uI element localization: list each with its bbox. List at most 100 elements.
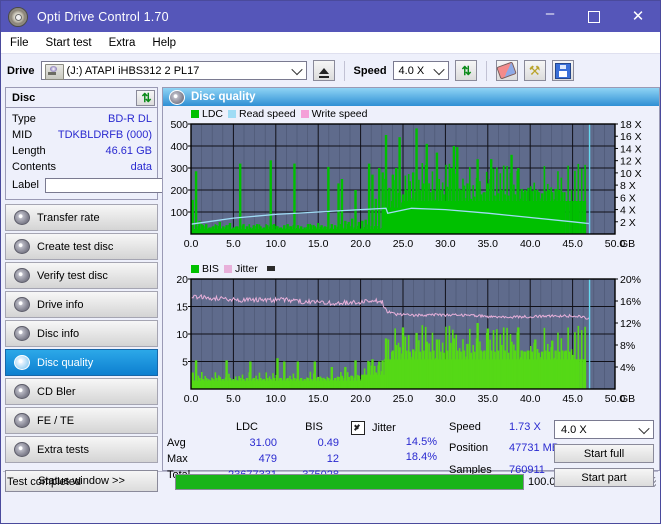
svg-text:GB: GB — [620, 393, 635, 405]
panel-header: Disc quality — [163, 88, 659, 106]
disc-icon — [14, 326, 30, 341]
window-title: Opti Drive Control 1.70 — [37, 9, 169, 24]
disc-row-label: Type — [12, 113, 36, 125]
start-full-button[interactable]: Start full — [554, 444, 654, 463]
stats-row-label-max: Max — [167, 453, 188, 465]
jitter-label: Jitter — [372, 421, 396, 434]
sidebar-item-cd-bler[interactable]: CD Bler — [5, 378, 158, 405]
disc-panel-header: Disc ⇅ — [6, 88, 157, 108]
svg-text:45.0: 45.0 — [562, 238, 583, 250]
svg-text:30.0: 30.0 — [435, 393, 456, 405]
drive-select[interactable]: (J:) ATAPI iHBS312 2 PL17 — [40, 61, 307, 80]
eraser-icon — [496, 61, 517, 80]
stats-corner — [167, 420, 211, 435]
start-full-label: Start full — [583, 447, 625, 460]
progress-bar — [175, 473, 524, 490]
disc-icon — [14, 210, 30, 225]
refresh-button[interactable]: ⇅ — [454, 60, 477, 81]
tools-button[interactable]: ⚒ — [523, 60, 546, 81]
legend-item-bis: BIS — [191, 263, 219, 275]
legend-swatch — [191, 109, 199, 118]
svg-text:200: 200 — [170, 185, 188, 197]
disc-info-rows: Type BD-R DL MID TDKBLDRFB (000) Length … — [6, 108, 248, 199]
disc-icon — [14, 442, 30, 457]
sidebar-item-label: Extra tests — [37, 443, 89, 456]
sidebar-item-disc-info[interactable]: Disc info — [5, 320, 158, 347]
svg-text:400: 400 — [170, 141, 188, 153]
eject-button[interactable] — [312, 60, 335, 81]
sidebar-item-label: FE / TE — [37, 414, 75, 427]
disc-row-label: Contents — [12, 161, 57, 173]
status-text: Test completed — [7, 475, 81, 488]
disc-row-mid: MID TDKBLDRFB (000) — [12, 127, 152, 143]
menu-item-help[interactable]: Help — [152, 37, 176, 49]
menu-item-file[interactable]: File — [10, 37, 29, 49]
sidebar-item-label: Disc info — [37, 327, 80, 340]
speed-select[interactable]: 4.0 X — [392, 61, 449, 80]
svg-text:10.0: 10.0 — [266, 238, 287, 250]
menu-item-start-test[interactable]: Start test — [46, 37, 92, 49]
disc-row-value: BD-R DL — [107, 113, 152, 125]
svg-text:14 X: 14 X — [620, 143, 642, 155]
legend-label: Read speed — [239, 107, 296, 120]
svg-text:GB: GB — [620, 238, 635, 250]
stats-header-bis: BIS — [305, 421, 323, 433]
test-speed-value: 4.0 X — [561, 423, 587, 436]
save-button[interactable] — [551, 60, 574, 81]
svg-text:4%: 4% — [620, 362, 635, 374]
erase-button[interactable] — [495, 60, 518, 81]
legend-label: BIS — [202, 262, 219, 275]
minimize-button[interactable]: – — [528, 0, 572, 35]
sidebar-item-label: CD Bler — [37, 385, 76, 398]
svg-text:300: 300 — [170, 163, 188, 175]
window-controls: – ✕ — [528, 1, 660, 32]
maximize-button[interactable] — [572, 1, 616, 32]
svg-text:12 X: 12 X — [620, 156, 642, 168]
svg-text:5.0: 5.0 — [226, 238, 241, 250]
svg-text:100: 100 — [170, 207, 188, 219]
disc-refresh-button[interactable]: ⇅ — [136, 89, 155, 106]
sidebar-item-transfer-rate[interactable]: Transfer rate — [5, 204, 158, 231]
svg-text:500: 500 — [170, 120, 188, 131]
toolbar-divider — [485, 60, 487, 81]
sidebar-item-disc-quality[interactable]: Disc quality — [5, 349, 158, 376]
start-part-button[interactable]: Start part — [554, 468, 654, 487]
jitter-checkbox[interactable] — [351, 420, 365, 435]
sidebar-item-label: Disc quality — [37, 356, 94, 369]
charts-area: LDC Read speed Write speed 100 200 300 400 5… — [163, 106, 659, 417]
disc-quality-panel: Disc quality LDC Read speed Write speed … — [162, 87, 660, 487]
sidebar-item-label: Verify test disc — [37, 269, 108, 282]
stats-header-ldc: LDC — [235, 421, 258, 433]
drive-toolbar: Drive (J:) ATAPI iHBS312 2 PL17 Speed 4.… — [1, 54, 660, 87]
menu-item-extra[interactable]: Extra — [109, 37, 136, 49]
sidebar-item-drive-info[interactable]: Drive info — [5, 291, 158, 318]
chart-bis-jitter: 5 10 15 20 4% 8% 12% 16% 20% 0.0 5.0 10.0 15.0 20.0 25… — [165, 275, 657, 417]
chart-bis-svg: 5 10 15 20 4% 8% 12% 16% 20% 0.0 5.0 10.0 15.0 20.0 25… — [176, 275, 641, 405]
sidebar-item-create-test-disc[interactable]: Create test disc — [5, 233, 158, 260]
svg-text:18 X: 18 X — [620, 120, 642, 131]
svg-text:40.0: 40.0 — [520, 393, 541, 405]
left-column: Disc ⇅ Type BD-R DL MID TDKBLDRFB (000) — [5, 87, 248, 492]
legend-swatch — [223, 264, 232, 273]
legend-item-jitter: Jitter — [223, 263, 258, 275]
svg-text:12%: 12% — [620, 318, 641, 330]
test-speed-select[interactable]: 4.0 X — [554, 420, 654, 439]
drive-icon — [44, 64, 64, 80]
disc-quality-icon — [169, 89, 185, 105]
disc-row-label: MID — [12, 129, 33, 141]
svg-text:20.0: 20.0 — [350, 393, 371, 405]
chart-ldc-svg: 1002003004005002 X4 X6 X8 X10 X12 X14 X1… — [170, 120, 642, 250]
sidebar-item-verify-test-disc[interactable]: Verify test disc — [5, 262, 158, 289]
test-actions: 4.0 X Start full Start part — [554, 420, 654, 487]
svg-text:40.0: 40.0 — [520, 238, 541, 250]
disc-row-length: Length 46.61 GB — [12, 143, 152, 159]
svg-text:20.0: 20.0 — [350, 238, 371, 250]
disc-row-value: TDKBLDRFB (000) — [57, 129, 152, 141]
sidebar-item-fe-te[interactable]: FE / TE — [5, 407, 158, 434]
svg-text:0.0: 0.0 — [184, 238, 199, 250]
close-button[interactable]: ✕ — [616, 1, 660, 32]
legend-item-write-speed: Write speed — [300, 108, 368, 120]
sidebar-item-extra-tests[interactable]: Extra tests — [5, 436, 158, 463]
disc-row-label-field: Label — [12, 175, 248, 195]
stats-avg-bis: 0.49 — [317, 437, 339, 449]
